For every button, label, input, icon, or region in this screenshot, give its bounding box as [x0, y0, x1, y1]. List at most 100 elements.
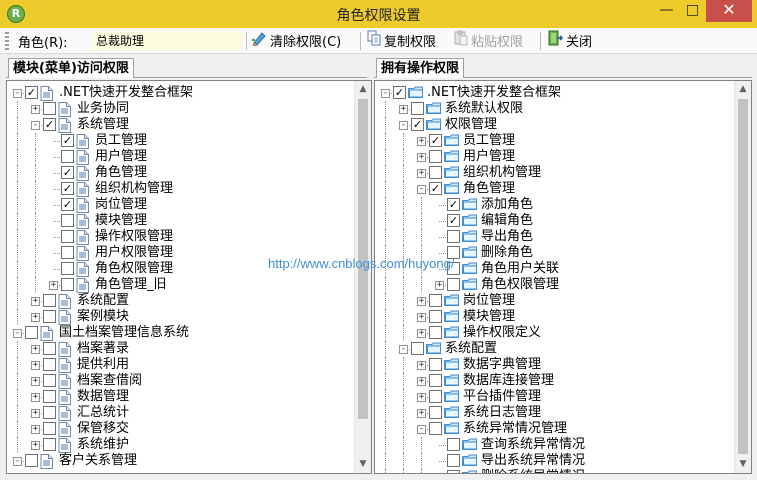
right-tree-node[interactable]: + 用户管理	[375, 149, 734, 165]
left-tree-node[interactable]: + 角色管理_旧	[7, 277, 354, 293]
expand-icon[interactable]: +	[417, 169, 426, 178]
node-checkbox[interactable]: ✓	[393, 86, 406, 99]
expand-icon[interactable]: +	[31, 441, 40, 450]
scroll-up-arrow-icon[interactable]: ▲	[355, 81, 371, 98]
minimize-button[interactable]: —	[653, 0, 680, 22]
expand-icon[interactable]: +	[417, 393, 426, 402]
left-tree-node[interactable]: + 提供利用	[7, 357, 354, 373]
expand-icon[interactable]: +	[417, 409, 426, 418]
expand-icon[interactable]: +	[31, 105, 40, 114]
expand-icon[interactable]: +	[417, 153, 426, 162]
node-checkbox[interactable]	[429, 326, 442, 339]
right-tree-node[interactable]: + ✓ 员工管理	[375, 133, 734, 149]
expand-icon[interactable]: +	[31, 297, 40, 306]
collapse-icon[interactable]: -	[13, 457, 22, 466]
right-tree-node[interactable]: - 系统异常情况管理	[375, 421, 734, 437]
node-checkbox[interactable]	[447, 230, 460, 243]
scroll-down-arrow-icon[interactable]: ▼	[735, 456, 751, 473]
right-tree-node[interactable]: + 岗位管理	[375, 293, 734, 309]
collapse-icon[interactable]: -	[13, 329, 22, 338]
node-checkbox[interactable]	[61, 230, 74, 243]
right-tree-node[interactable]: - ✓ .NET快速开发整合框架	[375, 85, 734, 101]
node-checkbox[interactable]: ✓	[61, 166, 74, 179]
left-tree-node[interactable]: 模块管理	[7, 213, 354, 229]
left-tree-node[interactable]: + 数据管理	[7, 389, 354, 405]
node-checkbox[interactable]	[43, 294, 56, 307]
expand-icon[interactable]: +	[417, 377, 426, 386]
tab-operation-permissions[interactable]: 拥有操作权限	[376, 58, 465, 78]
role-field[interactable]	[92, 31, 242, 51]
left-tree-node[interactable]: - 客户关系管理	[7, 453, 354, 469]
collapse-icon[interactable]: -	[399, 345, 408, 354]
node-checkbox[interactable]	[43, 310, 56, 323]
node-checkbox[interactable]	[43, 342, 56, 355]
node-checkbox[interactable]	[61, 214, 74, 227]
expand-icon[interactable]: +	[31, 345, 40, 354]
node-checkbox[interactable]	[61, 262, 74, 275]
node-checkbox[interactable]	[447, 278, 460, 291]
right-tree-node[interactable]: + 数据字典管理	[375, 357, 734, 373]
expand-icon[interactable]: +	[31, 377, 40, 386]
right-tree-node[interactable]: 查询系统异常情况	[375, 437, 734, 453]
node-checkbox[interactable]	[429, 150, 442, 163]
right-tree-node[interactable]: 导出角色	[375, 229, 734, 245]
node-checkbox[interactable]: ✓	[411, 118, 424, 131]
node-checkbox[interactable]: ✓	[447, 198, 460, 211]
right-tree-node[interactable]: + 数据库连接管理	[375, 373, 734, 389]
node-checkbox[interactable]: ✓	[429, 134, 442, 147]
node-checkbox[interactable]	[25, 454, 38, 467]
node-checkbox[interactable]	[61, 246, 74, 259]
left-tree-node[interactable]: + 保管移交	[7, 421, 354, 437]
collapse-icon[interactable]: -	[31, 121, 40, 130]
node-checkbox[interactable]	[411, 342, 424, 355]
copy-permissions-button[interactable]: 复制权限	[367, 30, 436, 51]
node-checkbox[interactable]	[429, 358, 442, 371]
node-checkbox[interactable]: ✓	[447, 214, 460, 227]
node-checkbox[interactable]	[43, 406, 56, 419]
node-checkbox[interactable]	[429, 374, 442, 387]
right-tree-node[interactable]: + 系统默认权限	[375, 101, 734, 117]
left-tree-node[interactable]: + 汇总统计	[7, 405, 354, 421]
right-tree-node[interactable]: + 角色权限管理	[375, 277, 734, 293]
node-checkbox[interactable]	[429, 422, 442, 435]
node-checkbox[interactable]	[429, 390, 442, 403]
left-tree-node[interactable]: + 档案著录	[7, 341, 354, 357]
close-button[interactable]: 关闭	[547, 30, 592, 51]
node-checkbox[interactable]: ✓	[43, 118, 56, 131]
collapse-icon[interactable]: -	[417, 185, 426, 194]
right-tree-node[interactable]: - ✓ 权限管理	[375, 117, 734, 133]
tab-module-access[interactable]: 模块(菜单)访问权限	[8, 58, 134, 78]
toolbar-grip[interactable]	[5, 32, 9, 50]
node-checkbox[interactable]	[43, 358, 56, 371]
collapse-icon[interactable]: -	[381, 89, 390, 98]
right-tree-node[interactable]: + 操作权限定义	[375, 325, 734, 341]
expand-icon[interactable]: +	[417, 329, 426, 338]
node-checkbox[interactable]	[447, 470, 460, 473]
expand-icon[interactable]: +	[417, 137, 426, 146]
collapse-icon[interactable]: -	[13, 89, 22, 98]
node-checkbox[interactable]: ✓	[61, 182, 74, 195]
left-tree-node[interactable]: + 案例模块	[7, 309, 354, 325]
collapse-icon[interactable]: -	[417, 425, 426, 434]
scroll-up-arrow-icon[interactable]: ▲	[735, 81, 751, 98]
expand-icon[interactable]: +	[435, 281, 444, 290]
node-checkbox[interactable]	[411, 102, 424, 115]
node-checkbox[interactable]	[43, 102, 56, 115]
node-checkbox[interactable]: ✓	[61, 198, 74, 211]
right-tree-node[interactable]: + 组织机构管理	[375, 165, 734, 181]
left-tree-node[interactable]: ✓ 组织机构管理	[7, 181, 354, 197]
maximize-button[interactable]: □	[680, 0, 705, 22]
scroll-down-arrow-icon[interactable]: ▼	[355, 456, 371, 473]
expand-icon[interactable]: +	[417, 361, 426, 370]
right-tree-node[interactable]: ✓ 编辑角色	[375, 213, 734, 229]
right-tree-node[interactable]: - ✓ 角色管理	[375, 181, 734, 197]
node-checkbox[interactable]	[43, 390, 56, 403]
node-checkbox[interactable]	[43, 422, 56, 435]
expand-icon[interactable]: +	[417, 313, 426, 322]
right-tree-node[interactable]: - 系统配置	[375, 341, 734, 357]
right-tree-node[interactable]: ✓ 添加角色	[375, 197, 734, 213]
node-checkbox[interactable]	[43, 438, 56, 451]
node-checkbox[interactable]	[429, 310, 442, 323]
left-tree-node[interactable]: + 系统维护	[7, 437, 354, 453]
expand-icon[interactable]: +	[31, 313, 40, 322]
